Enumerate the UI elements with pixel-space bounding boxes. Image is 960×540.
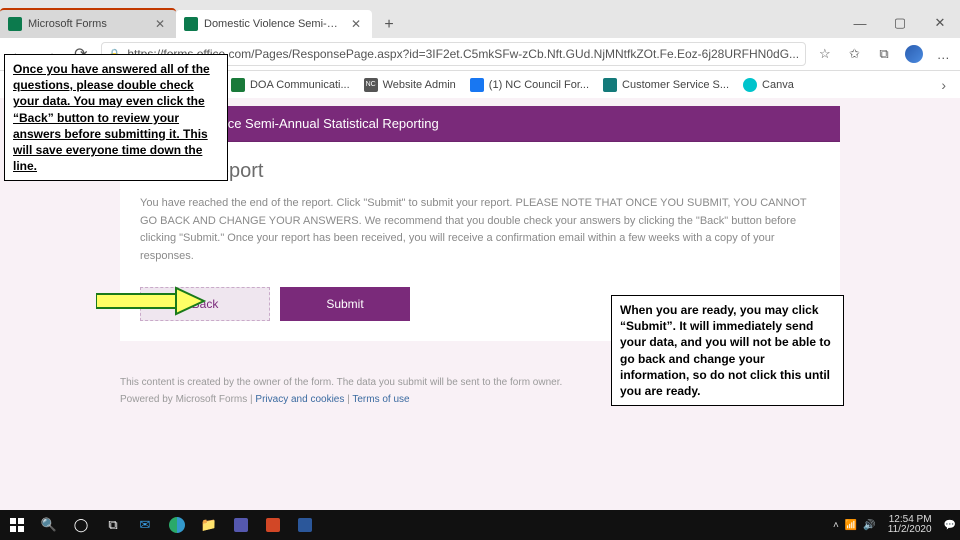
tab-inactive[interactable]: Microsoft Forms ✕ xyxy=(0,8,176,38)
word-icon[interactable] xyxy=(292,512,318,538)
annotation-left: Once you have answered all of the questi… xyxy=(4,54,228,181)
forms-icon xyxy=(184,17,198,31)
powerpoint-icon[interactable] xyxy=(260,512,286,538)
page-icon xyxy=(231,78,245,92)
page-icon: NC xyxy=(364,78,378,92)
tab-active[interactable]: Domestic Violence Semi-Annual... ✕ xyxy=(176,10,372,38)
collections-icon[interactable]: ⧉ xyxy=(873,43,895,65)
volume-icon[interactable]: 🔊 xyxy=(863,520,875,531)
cortana-icon[interactable]: ◯ xyxy=(68,512,94,538)
bookmark-item[interactable]: Canva xyxy=(743,78,794,92)
file-explorer-icon[interactable]: 📁 xyxy=(196,512,222,538)
more-menu-icon[interactable]: … xyxy=(932,43,954,65)
page-icon xyxy=(603,78,617,92)
annotation-right: When you are ready, you may click “Submi… xyxy=(611,295,844,406)
task-view-icon[interactable]: ⧉ xyxy=(100,512,126,538)
arrow-icon xyxy=(96,284,206,318)
close-tab-icon[interactable]: ✕ xyxy=(348,17,364,31)
teams-icon[interactable] xyxy=(228,512,254,538)
forms-icon xyxy=(8,17,22,31)
mail-icon[interactable]: ✉ xyxy=(132,512,158,538)
notifications-icon[interactable]: 💬 xyxy=(944,520,956,531)
form-banner-title: Domestic Violence Semi-Annual Statistica… xyxy=(120,106,840,142)
taskbar: 🔍 ◯ ⧉ ✉ 📁 ˄ 📶 🔊 12:54 PM 11/2/2020 💬 xyxy=(0,510,960,540)
close-tab-icon[interactable]: ✕ xyxy=(152,17,168,31)
tab-title: Microsoft Forms xyxy=(28,18,146,30)
tray-overflow-icon[interactable]: ˄ xyxy=(833,520,839,531)
close-window-button[interactable]: ✕ xyxy=(920,8,960,38)
facebook-icon xyxy=(470,78,484,92)
submit-button[interactable]: Submit xyxy=(280,287,410,321)
maximize-button[interactable]: ▢ xyxy=(880,8,920,38)
bookmark-label: DOA Communicati... xyxy=(250,79,350,91)
bookmark-item[interactable]: NC Website Admin xyxy=(364,78,456,92)
powered-by-label: Powered by Microsoft Forms | xyxy=(120,394,255,405)
section-heading: End of Report xyxy=(140,160,820,183)
taskbar-clock[interactable]: 12:54 PM 11/2/2020 xyxy=(882,515,938,536)
clock-date: 11/2/2020 xyxy=(888,525,932,536)
tab-strip: Microsoft Forms ✕ Domestic Violence Semi… xyxy=(0,8,960,38)
tab-title: Domestic Violence Semi-Annual... xyxy=(204,18,342,30)
bookmark-item[interactable]: DOA Communicati... xyxy=(231,78,350,92)
profile-avatar[interactable] xyxy=(903,43,925,65)
favorites-icon[interactable]: ✩ xyxy=(844,43,866,65)
search-icon[interactable]: 🔍 xyxy=(36,512,62,538)
bookmark-label: Website Admin xyxy=(383,79,456,91)
canva-icon xyxy=(743,78,757,92)
bookmark-item[interactable]: Customer Service S... xyxy=(603,78,729,92)
privacy-link[interactable]: Privacy and cookies xyxy=(255,394,344,405)
bookmark-label: Canva xyxy=(762,79,794,91)
edge-icon[interactable] xyxy=(164,512,190,538)
bookmarks-overflow-icon[interactable]: › xyxy=(933,77,954,93)
bookmark-item[interactable]: (1) NC Council For... xyxy=(470,78,589,92)
window-controls: — ▢ ✕ xyxy=(840,8,960,38)
section-body: You have reached the end of the report. … xyxy=(140,195,820,265)
start-button[interactable] xyxy=(4,512,30,538)
system-tray: ˄ 📶 🔊 12:54 PM 11/2/2020 💬 xyxy=(833,515,956,536)
url-text: https://forms.office.com/Pages/ResponseP… xyxy=(127,47,799,61)
favorite-star-icon[interactable]: ☆ xyxy=(814,43,836,65)
network-icon[interactable]: 📶 xyxy=(845,520,857,531)
new-tab-button[interactable]: + xyxy=(376,12,402,38)
bookmark-label: (1) NC Council For... xyxy=(489,79,589,91)
bookmark-label: Customer Service S... xyxy=(622,79,729,91)
minimize-button[interactable]: — xyxy=(840,8,880,38)
terms-link[interactable]: Terms of use xyxy=(352,394,409,405)
